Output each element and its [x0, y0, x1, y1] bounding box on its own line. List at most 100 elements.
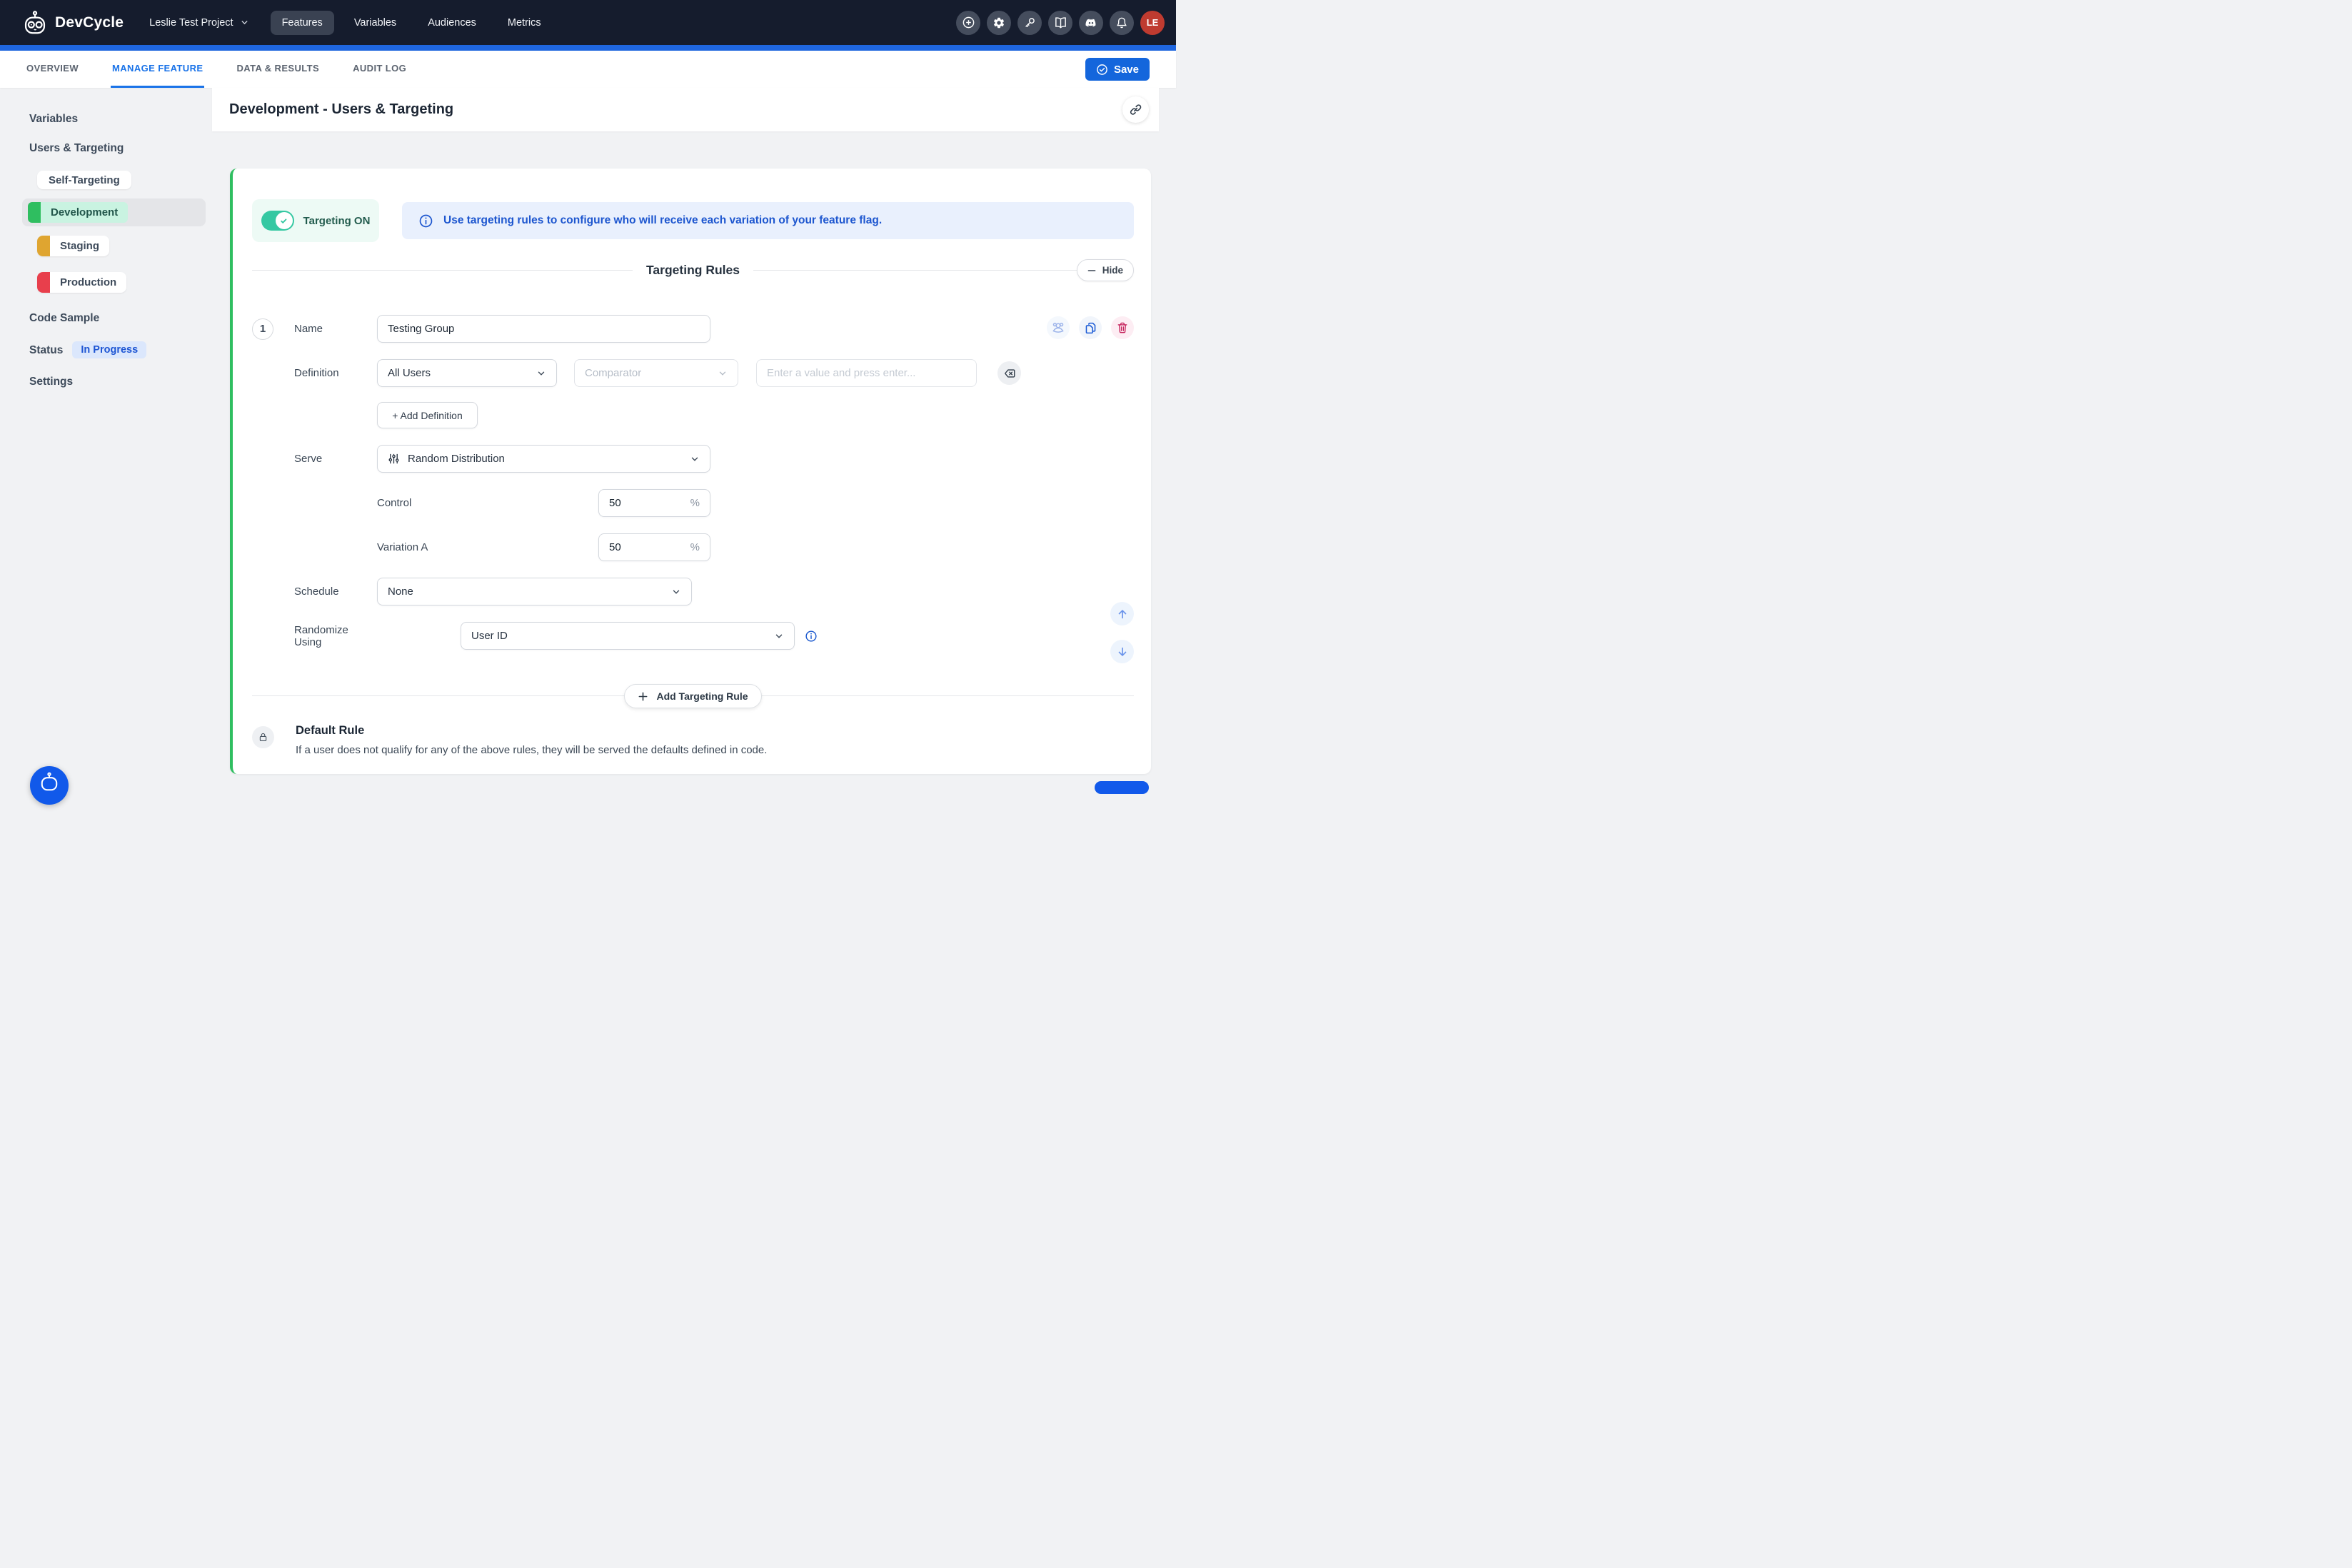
- book-icon: [1054, 16, 1067, 29]
- lock-icon: [258, 732, 268, 743]
- plus-icon: [638, 691, 648, 702]
- toggle-check-icon: [279, 216, 288, 226]
- distribution-input-control[interactable]: 50 %: [598, 489, 710, 517]
- tab-manage-feature[interactable]: MANAGE FEATURE: [111, 51, 204, 88]
- targeting-info-banner: Use targeting rules to configure who wil…: [402, 202, 1134, 239]
- brand-name: DevCycle: [55, 14, 124, 31]
- lock-icon-circle: [252, 726, 274, 748]
- randomize-using-label: Randomize Using: [294, 624, 377, 648]
- nav-item-features[interactable]: Features: [271, 11, 334, 35]
- randomize-info-icon[interactable]: [805, 630, 818, 643]
- targeting-rules-divider: Targeting Rules Hide: [252, 259, 1134, 281]
- primary-nav: Features Variables Audiences Metrics: [271, 11, 553, 35]
- user-avatar[interactable]: LE: [1140, 11, 1165, 35]
- definition-select[interactable]: All Users: [377, 359, 557, 387]
- save-button[interactable]: Save: [1085, 58, 1150, 81]
- arrow-up-icon: [1116, 608, 1129, 620]
- top-navigation: DevCycle Leslie Test Project Features Va…: [0, 0, 1176, 45]
- bottom-right-button-partial[interactable]: [1095, 781, 1149, 794]
- default-rule-title: Default Rule: [296, 724, 767, 738]
- delete-rule-button[interactable]: [1111, 316, 1134, 339]
- workspace: Variables Users & Targeting Self-Targeti…: [0, 88, 1176, 784]
- api-keys-button[interactable]: [1017, 11, 1042, 35]
- chevron-down-icon: [718, 368, 728, 378]
- definition-value: All Users: [388, 367, 431, 379]
- tab-overview[interactable]: OVERVIEW: [25, 51, 80, 88]
- minus-icon: [1087, 266, 1096, 275]
- sidebar-env-staging[interactable]: Staging: [37, 236, 109, 256]
- distribution-value: 50: [609, 541, 621, 553]
- devcycle-logo[interactable]: DevCycle: [21, 10, 124, 36]
- docs-button[interactable]: [1048, 11, 1072, 35]
- add-definition-button[interactable]: + Add Definition: [377, 402, 478, 428]
- project-selector[interactable]: Leslie Test Project: [149, 17, 248, 29]
- robot-logo-icon: [21, 10, 49, 36]
- settings-button[interactable]: [987, 11, 1011, 35]
- percent-sign: %: [690, 541, 700, 553]
- sidebar-env-development[interactable]: Development: [22, 198, 206, 226]
- tab-data-results[interactable]: DATA & RESULTS: [235, 51, 321, 88]
- schedule-value: None: [388, 586, 413, 598]
- comparator-placeholder: Comparator: [585, 367, 641, 379]
- sidebar-item-settings[interactable]: Settings: [29, 375, 212, 388]
- distribution-input-variation-a[interactable]: 50 %: [598, 533, 710, 561]
- copy-link-button[interactable]: [1122, 96, 1149, 123]
- notifications-button[interactable]: [1110, 11, 1134, 35]
- serve-label: Serve: [294, 453, 377, 465]
- distribution-label-control: Control: [377, 497, 411, 509]
- serve-select[interactable]: Random Distribution: [377, 445, 710, 473]
- assistant-chat-button[interactable]: [30, 766, 69, 805]
- trash-icon: [1116, 321, 1129, 334]
- discord-icon: [1084, 16, 1098, 30]
- nav-item-metrics[interactable]: Metrics: [496, 11, 553, 35]
- add-circle-button[interactable]: [956, 11, 980, 35]
- sidebar-item-users-targeting[interactable]: Users & Targeting: [29, 141, 212, 155]
- targeting-toggle[interactable]: [261, 211, 294, 231]
- sidebar-env-production[interactable]: Production: [37, 272, 126, 293]
- backspace-icon: [1003, 367, 1016, 380]
- move-rule-up-button[interactable]: [1110, 602, 1134, 625]
- link-icon: [1129, 103, 1142, 116]
- default-rule-description: If a user does not qualify for any of th…: [296, 744, 767, 756]
- comparator-select[interactable]: Comparator: [574, 359, 738, 387]
- add-targeting-rule-button[interactable]: Add Targeting Rule: [624, 684, 761, 708]
- status-label[interactable]: Status: [29, 343, 63, 357]
- add-rule-row: Add Targeting Rule: [252, 684, 1134, 708]
- chevron-down-icon: [671, 587, 681, 597]
- default-rule-section: Default Rule If a user does not qualify …: [252, 724, 1134, 756]
- env-label-production: Production: [50, 276, 126, 288]
- rule-name-input[interactable]: [377, 315, 710, 343]
- sidebar-item-self-targeting[interactable]: Self-Targeting: [37, 171, 131, 189]
- info-icon: [418, 213, 433, 228]
- sliders-icon: [388, 453, 400, 465]
- sidebar-item-variables[interactable]: Variables: [29, 112, 212, 126]
- randomize-using-select[interactable]: User ID: [461, 622, 795, 650]
- distribution-value: 50: [609, 497, 621, 509]
- gear-icon: [992, 16, 1005, 29]
- move-rule-down-button[interactable]: [1110, 640, 1134, 663]
- arrow-down-icon: [1116, 645, 1129, 658]
- clear-definition-button[interactable]: [997, 361, 1021, 385]
- audience-users-button[interactable]: [1047, 316, 1070, 339]
- bell-icon: [1115, 16, 1128, 29]
- randomize-using-value: User ID: [471, 630, 508, 642]
- nav-item-variables[interactable]: Variables: [343, 11, 408, 35]
- page-title: Development - Users & Targeting: [229, 101, 453, 118]
- definition-label: Definition: [294, 367, 377, 379]
- project-name: Leslie Test Project: [149, 17, 233, 29]
- schedule-label: Schedule: [294, 586, 377, 598]
- targeting-rules-title: Targeting Rules: [633, 263, 753, 278]
- tab-audit-log[interactable]: AUDIT LOG: [351, 51, 408, 88]
- key-icon: [1023, 16, 1036, 29]
- divider-line: [252, 270, 633, 271]
- nav-item-audiences[interactable]: Audiences: [416, 11, 488, 35]
- schedule-select[interactable]: None: [377, 578, 692, 605]
- users-icon: [1051, 321, 1065, 335]
- discord-button[interactable]: [1079, 11, 1103, 35]
- hide-rules-button[interactable]: Hide: [1077, 259, 1134, 281]
- definition-value-input[interactable]: [756, 359, 977, 387]
- duplicate-rule-button[interactable]: [1079, 316, 1102, 339]
- main-content: Development - Users & Targeting Targetin…: [212, 88, 1176, 784]
- sidebar-item-code-sample[interactable]: Code Sample: [29, 311, 212, 325]
- rule-number-badge: 1: [252, 318, 273, 340]
